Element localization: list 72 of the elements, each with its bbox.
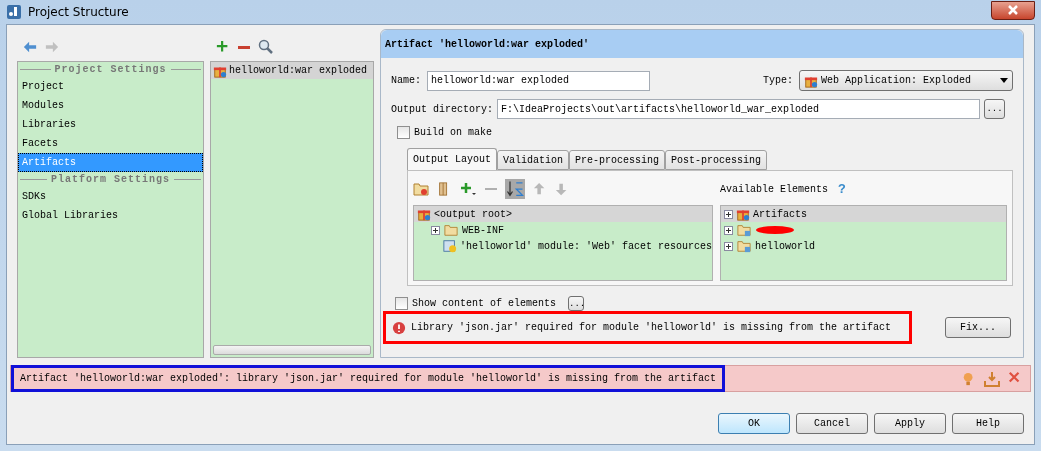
dialog-button[interactable]: Cancel (796, 413, 868, 434)
type-dropdown[interactable]: Web Application: Exploded (799, 70, 1013, 91)
tab[interactable]: Pre-processing (569, 150, 666, 170)
artifact-header: Artifact 'helloworld:war exploded' (381, 30, 1023, 58)
caret-icon (1000, 78, 1008, 83)
dialog-button[interactable]: Help (952, 413, 1024, 434)
back-arrow-icon (23, 40, 37, 54)
section-heading: Platform Settings (51, 174, 170, 185)
minus-icon (238, 45, 250, 49)
available-elements-label: Available Elements (720, 183, 829, 195)
problem-message: Library 'json.jar' required for module 'helloworld' is missing from the artifact (411, 322, 892, 333)
tree-label: <output root> (434, 208, 512, 220)
tree-label: 'helloworld' module: 'Web' facet resources (460, 240, 713, 252)
artifact-item[interactable]: helloworld:war exploded (211, 62, 373, 79)
add-dropdown-icon (459, 181, 477, 197)
tree-row[interactable]: Artifacts (721, 206, 1006, 222)
section-heading: Project Settings (54, 64, 167, 75)
checkbox[interactable] (395, 297, 408, 310)
search-icon (258, 39, 274, 55)
nav-item[interactable]: Global Libraries (18, 206, 203, 225)
nav-item[interactable]: Facets (18, 134, 203, 153)
module-icon (443, 239, 457, 253)
tab[interactable]: Validation (497, 150, 570, 170)
expand-icon[interactable] (431, 225, 440, 235)
module-folder-icon (736, 223, 753, 237)
close-icon (1007, 5, 1019, 15)
sort-icon (505, 179, 525, 199)
checkbox-label: Show content of elements (412, 298, 557, 309)
close-button[interactable] (991, 0, 1035, 20)
window-title: Project Structure (28, 5, 130, 19)
nav-item[interactable]: Project (18, 77, 203, 96)
dialog-button[interactable]: OK (718, 413, 790, 434)
tree-row[interactable]: helloworld (721, 238, 1006, 254)
tree-label: WEB-INF (462, 224, 504, 236)
tab[interactable]: Output Layout (407, 148, 497, 170)
type-label: Type: (763, 75, 793, 86)
nav-item[interactable]: Libraries (18, 115, 203, 134)
nav-item[interactable]: SDKs (18, 187, 203, 206)
close-icon (1008, 370, 1022, 385)
scrollbar[interactable] (213, 345, 371, 355)
more-button[interactable]: ... (568, 296, 585, 311)
nav-item[interactable]: Modules (18, 96, 203, 115)
plus-icon (216, 40, 230, 54)
forward-arrow-icon (45, 40, 59, 54)
checkbox[interactable] (397, 126, 410, 139)
tree-row[interactable]: 'helloworld' module: 'Web' facet resources (414, 238, 713, 254)
checkbox-label: Build on make (414, 127, 492, 138)
error-icon (392, 320, 406, 335)
fix-button[interactable]: Fix... (945, 317, 1011, 338)
tree-label: helloworld (755, 240, 816, 252)
name-label: Name: (391, 75, 421, 86)
dialog-button[interactable]: Apply (874, 413, 946, 434)
tree-row[interactable]: WEB-INF (414, 222, 713, 238)
tab[interactable]: Post-processing (665, 150, 768, 170)
expand-icon[interactable] (724, 209, 734, 219)
app-logo-icon (6, 4, 22, 20)
download-icon (984, 370, 1000, 387)
expand-icon[interactable] (724, 241, 734, 251)
module-folder-icon (736, 239, 753, 253)
up-arrow-icon (533, 182, 547, 196)
browse-button[interactable]: ... (984, 99, 1006, 119)
scribble-mark (755, 225, 796, 235)
down-arrow-icon (555, 182, 569, 196)
expand-icon[interactable] (724, 225, 734, 235)
output-directory-field[interactable]: F:\IdeaProjects\out\artifacts\helloworld_war_exploded (497, 99, 981, 119)
tree-row[interactable]: <output root> (414, 206, 713, 222)
folder-gear-icon (413, 181, 429, 197)
minus-icon (485, 188, 497, 190)
name-field[interactable]: helloworld:war exploded (427, 70, 650, 91)
tree-label: Artifacts (753, 208, 808, 220)
output-directory-label: Output directory: (391, 103, 494, 115)
status-message: Artifact 'helloworld:war exploded': library 'json.jar' required for module 'helloworld' is missing from the artifact (20, 373, 717, 384)
